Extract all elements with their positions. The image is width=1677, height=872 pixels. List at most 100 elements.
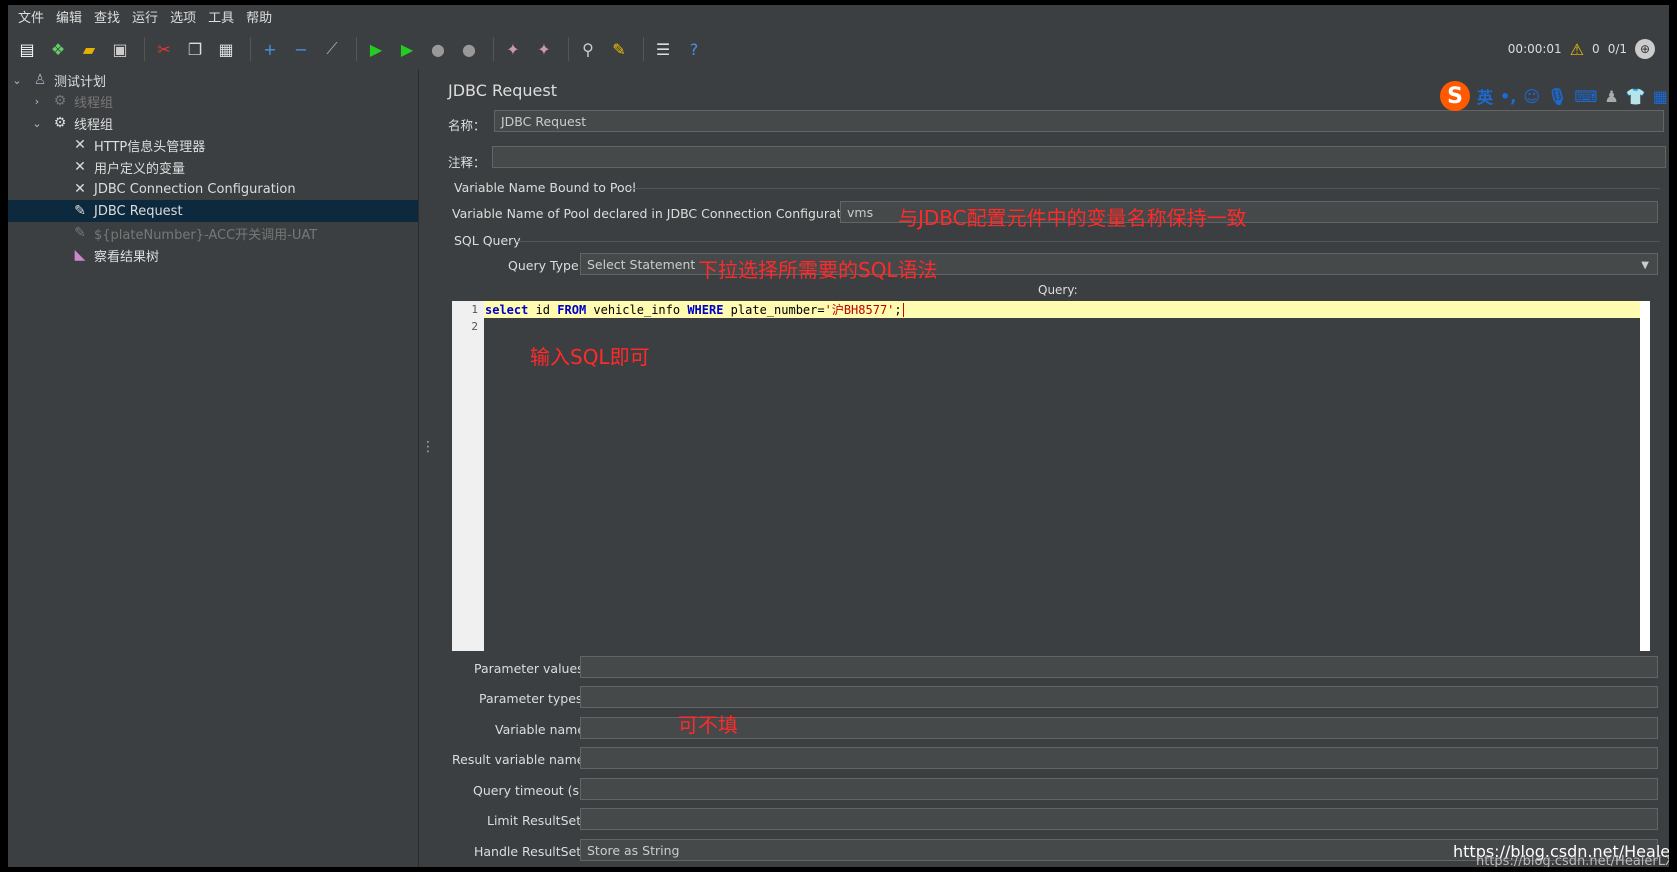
config-element-icon: ✕: [74, 159, 86, 175]
line-number: 2: [471, 320, 478, 333]
sql-text: id: [528, 302, 558, 317]
open-icon[interactable]: ▰: [76, 36, 102, 62]
tree-node-thread-group-disabled[interactable]: › ⚙ 线程组: [8, 90, 418, 112]
keyboard-icon[interactable]: ⌨: [1574, 87, 1597, 106]
query-type-label: Query Type:: [508, 258, 583, 273]
tree-node-test-plan[interactable]: ⌄ ♙ 测试计划: [8, 69, 418, 91]
tree-node-acc-sampler-disabled[interactable]: ✎ ${plateNumber}-ACC开关调用-UAT: [8, 222, 418, 244]
pool-label: Variable Name of Pool declared in JDBC C…: [452, 206, 865, 221]
toggle-icon[interactable]: ⟋: [319, 36, 345, 62]
handle-resultset-value: Store as String: [587, 842, 680, 858]
watermark-shadow: https://blog.csdn.net/HealerLX: [1476, 854, 1669, 867]
line-number-gutter: 1 2: [452, 301, 485, 651]
warning-icon[interactable]: ⚠: [1570, 40, 1584, 59]
menu-file[interactable]: 文件: [12, 7, 50, 26]
limit-resultset-field[interactable]: [580, 808, 1658, 830]
tree-node-view-results-tree[interactable]: ◣ 察看结果树: [8, 244, 418, 266]
tree-node-thread-group[interactable]: ⌄ ⚙ 线程组: [8, 112, 418, 134]
split-pane-divider[interactable]: ⋮: [418, 69, 435, 867]
menu-bar: 文件 编辑 查找 运行 选项 工具 帮助: [8, 5, 1669, 27]
thread-group-icon: ⚙: [53, 115, 67, 131]
param-types-field[interactable]: [580, 686, 1658, 708]
menu-edit[interactable]: 编辑: [50, 7, 88, 26]
result-variable-field[interactable]: [580, 747, 1658, 769]
section-divider: [628, 188, 1660, 189]
dropdown-arrow-icon[interactable]: ▼: [1641, 260, 1649, 271]
apps-grid-icon[interactable]: ▦: [1653, 87, 1668, 106]
sql-text: plate_number=: [723, 302, 825, 317]
new-icon[interactable]: ▤: [14, 36, 40, 62]
shutdown-icon[interactable]: ●: [456, 36, 482, 62]
tree-node-http-header-manager[interactable]: ✕ HTTP信息头管理器: [8, 134, 418, 156]
sql-line[interactable]: select id FROM vehicle_info WHERE plate_…: [484, 301, 1650, 318]
function-helper-icon[interactable]: ☰: [650, 36, 676, 62]
name-field[interactable]: JDBC Request: [494, 110, 1664, 132]
tree-node-user-variables[interactable]: ✕ 用户定义的变量: [8, 156, 418, 178]
tree-node-jdbc-request[interactable]: ✎ JDBC Request: [8, 200, 418, 222]
sogou-logo-icon[interactable]: S: [1440, 81, 1470, 111]
tree-node-jdbc-connection-config[interactable]: ✕ JDBC Connection Configuration: [8, 178, 418, 200]
collapse-icon[interactable]: −: [288, 36, 314, 62]
expand-icon[interactable]: +: [257, 36, 283, 62]
menu-search[interactable]: 查找: [88, 7, 126, 26]
line-number: 1: [471, 303, 478, 316]
sampler-icon: ✎: [74, 225, 86, 241]
microphone-icon[interactable]: 🎙: [1547, 87, 1567, 106]
tree-node-label: 线程组: [74, 117, 114, 133]
variable-names-field[interactable]: [580, 717, 1658, 739]
emoji-icon[interactable]: ☺: [1523, 87, 1540, 106]
comment-field[interactable]: [492, 146, 1666, 168]
toolbar-separator: [568, 37, 569, 61]
ime-punctuation[interactable]: •,: [1500, 87, 1516, 106]
clear-all-icon[interactable]: ✦: [531, 36, 557, 62]
sql-text: ;: [894, 302, 902, 317]
paste-icon[interactable]: ▦: [213, 36, 239, 62]
save-icon[interactable]: ▣: [107, 36, 133, 62]
annotation-optional: 可不填: [678, 713, 738, 737]
jdbc-request-panel: JDBC Request 名称： JDBC Request 注释： Variab…: [428, 69, 1669, 867]
clear-icon[interactable]: ✦: [500, 36, 526, 62]
menu-run[interactable]: 运行: [126, 7, 164, 26]
annotation-query-type: 下拉选择所需要的SQL语法: [698, 258, 938, 282]
reset-search-icon[interactable]: ✎: [606, 36, 632, 62]
chevron-right-icon[interactable]: ›: [30, 95, 44, 108]
menu-tools[interactable]: 工具: [202, 7, 240, 26]
templates-icon[interactable]: ❖: [45, 36, 71, 62]
param-values-field[interactable]: [580, 656, 1658, 678]
toolbar-separator: [643, 37, 644, 61]
limit-resultset-label: Limit ResultSet:: [487, 813, 586, 828]
ime-mode[interactable]: 英: [1477, 84, 1493, 108]
query-label: Query:: [1038, 283, 1078, 297]
result-variable-label: Result variable name:: [452, 752, 589, 767]
tree-node-label: 察看结果树: [94, 249, 160, 265]
user-icon[interactable]: ♟: [1604, 87, 1618, 106]
sql-section-title: SQL Query: [454, 233, 521, 248]
remote-globe-icon[interactable]: ⊕: [1635, 39, 1655, 59]
chevron-down-icon[interactable]: ⌄: [30, 117, 44, 130]
query-type-value: Select Statement: [587, 256, 696, 272]
toolbar-separator: [250, 37, 251, 61]
thread-group-icon: ⚙: [53, 93, 67, 109]
query-timeout-field[interactable]: [580, 778, 1658, 800]
start-no-pause-icon[interactable]: ▶: [394, 36, 420, 62]
status-area: 00:00:01 ⚠ 0 0/1 ⊕: [1508, 39, 1655, 59]
query-timeout-label: Query timeout (s):: [473, 783, 589, 798]
search-icon[interactable]: ⚲: [575, 36, 601, 62]
editor-scrollbar[interactable]: [1640, 301, 1650, 651]
stop-icon[interactable]: ●: [425, 36, 451, 62]
skin-icon[interactable]: 👕: [1626, 87, 1646, 106]
chevron-down-icon[interactable]: ⌄: [10, 74, 24, 87]
copy-icon[interactable]: ❐: [182, 36, 208, 62]
menu-options[interactable]: 选项: [164, 7, 202, 26]
start-icon[interactable]: ▶: [363, 36, 389, 62]
cut-icon[interactable]: ✂: [151, 36, 177, 62]
pool-section-title: Variable Name Bound to Pool: [454, 180, 636, 195]
help-icon[interactable]: ?: [681, 36, 707, 62]
tree-node-label: 测试计划: [54, 74, 107, 90]
menu-help[interactable]: 帮助: [240, 7, 278, 26]
sampler-icon: ✎: [74, 203, 86, 219]
sql-string: '沪BH8577': [824, 303, 895, 317]
sql-keyword: WHERE: [687, 302, 724, 317]
test-plan-tree: ⌄ ♙ 测试计划 › ⚙ 线程组 ⌄ ⚙ 线程组 ✕ HTTP信息头管理器 ✕ …: [8, 69, 418, 867]
code-area[interactable]: [484, 301, 1650, 651]
